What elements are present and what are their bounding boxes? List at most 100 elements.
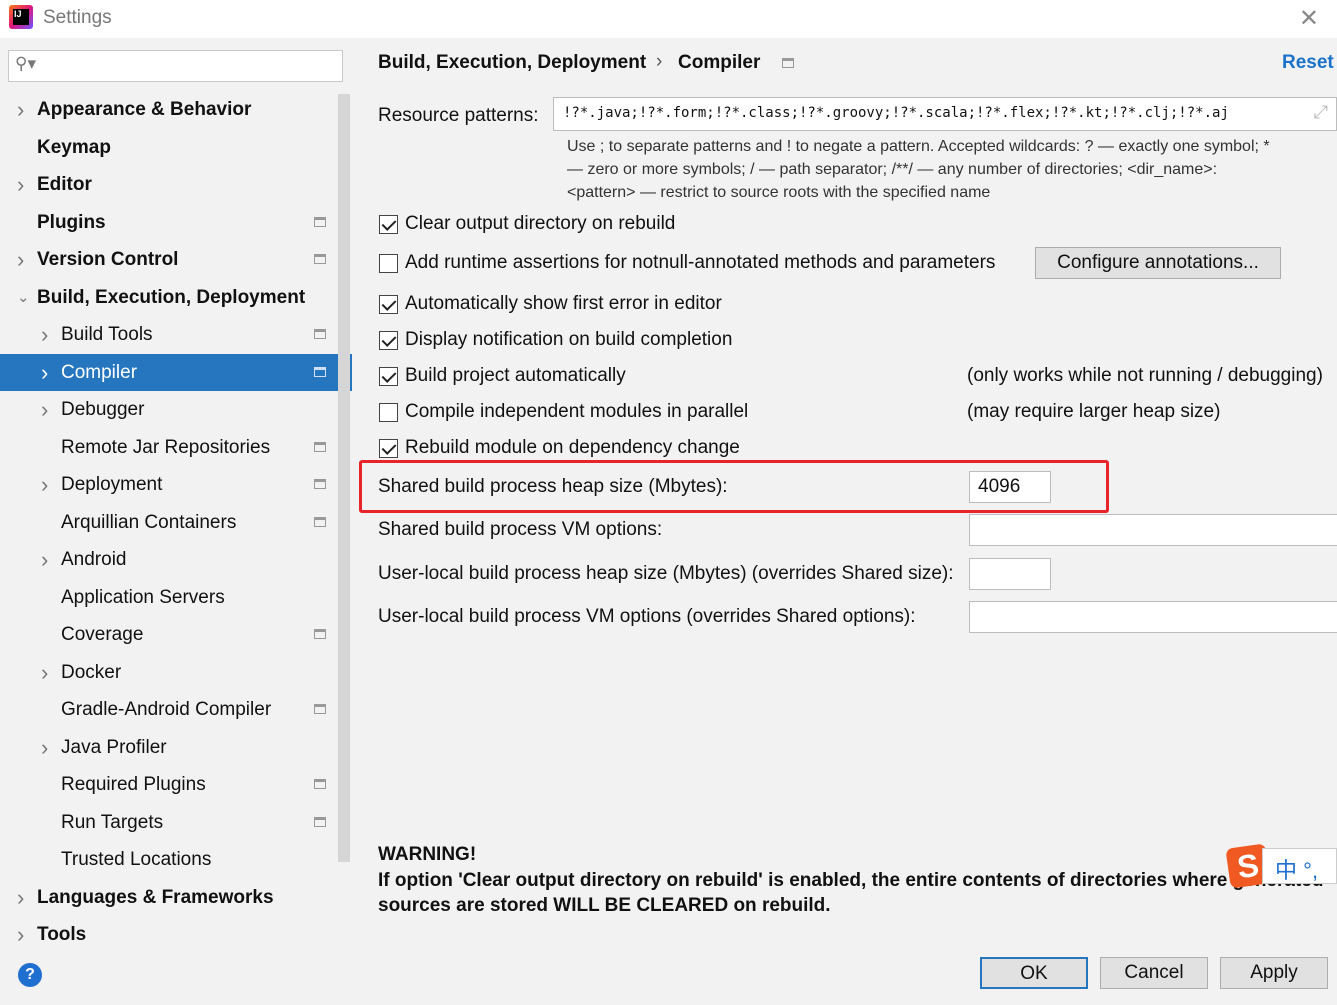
sidebar-item-label: Plugins	[37, 211, 106, 233]
checkbox[interactable]	[379, 403, 398, 422]
sidebar-item-run-targets[interactable]: Run Targets	[0, 804, 352, 841]
sidebar-item-gradle-android-compiler[interactable]: Gradle-Android Compiler	[0, 691, 352, 728]
sidebar: ⚲▾ › Appearance & Behavior Keymap › Editor Pl…	[0, 38, 352, 947]
sidebar-item-arquillian-containers[interactable]: Arquillian Containers	[0, 504, 352, 541]
project-scope-icon	[314, 779, 326, 789]
option-note: (may require larger heap size)	[967, 401, 1221, 422]
sidebar-item-label: Remote Jar Repositories	[61, 436, 271, 458]
field-input[interactable]	[969, 558, 1051, 590]
checkbox[interactable]	[379, 295, 398, 314]
chevron-right-icon[interactable]: ›	[41, 354, 48, 391]
sidebar-item-label: Debugger	[61, 399, 145, 420]
sidebar-item-required-plugins[interactable]: Required Plugins	[0, 766, 352, 803]
dialog-footer: ? OK Cancel Apply	[0, 941, 1337, 1005]
resource-patterns-label: Resource patterns:	[378, 105, 539, 126]
sidebar-item-languages-frameworks[interactable]: › Languages & Frameworks	[0, 879, 352, 916]
checkbox[interactable]	[379, 254, 398, 273]
sidebar-item-java-profiler[interactable]: › Java Profiler	[0, 729, 352, 766]
option-label[interactable]: Rebuild module on dependency change	[405, 437, 740, 459]
help-icon[interactable]: ?	[18, 963, 42, 987]
chevron-right-icon[interactable]: ›	[41, 729, 48, 766]
checkbox[interactable]	[379, 215, 398, 234]
sidebar-item-build-execution-deployment[interactable]: ⌄ Build, Execution, Deployment	[0, 279, 352, 316]
resource-hint-3: <pattern> — restrict to source roots wit…	[567, 184, 991, 201]
sidebar-item-plugins[interactable]: Plugins	[0, 204, 352, 241]
close-icon[interactable]: ✕	[1299, 4, 1319, 33]
project-scope-icon	[314, 366, 326, 377]
cancel-button[interactable]: Cancel	[1100, 957, 1208, 989]
reset-link[interactable]: Reset	[1282, 52, 1334, 74]
sidebar-item-label: Run Targets	[61, 811, 164, 833]
chevron-right-icon[interactable]: ›	[41, 391, 48, 428]
chevron-right-icon[interactable]: ›	[41, 466, 48, 503]
chevron-right-icon[interactable]: ›	[17, 166, 24, 203]
sidebar-item-appearance-behavior[interactable]: › Appearance & Behavior	[0, 91, 352, 128]
option-label[interactable]: Clear output directory on rebuild	[405, 213, 675, 235]
chevron-right-icon[interactable]: ›	[41, 654, 48, 691]
sidebar-item-remote-jar-repositories[interactable]: Remote Jar Repositories	[0, 429, 352, 466]
sidebar-item-build-tools[interactable]: › Build Tools	[0, 316, 352, 353]
chevron-right-icon[interactable]: ›	[41, 316, 48, 353]
option-label[interactable]: Automatically show first error in editor	[405, 293, 722, 315]
sidebar-item-coverage[interactable]: Coverage	[0, 616, 352, 653]
search-icon: ⚲▾	[15, 54, 36, 73]
ime-mode[interactable]: 中	[1275, 858, 1297, 883]
resource-hint-2: — zero or more symbols; / — path separat…	[567, 161, 1218, 178]
ime-toolbar[interactable]: 中 °,	[1262, 848, 1337, 884]
title-bar: IJ Settings ✕	[0, 0, 1337, 38]
sidebar-item-label: Appearance & Behavior	[37, 99, 252, 120]
sidebar-item-keymap[interactable]: Keymap	[0, 129, 352, 166]
sidebar-item-label: Build Tools	[61, 324, 153, 345]
sidebar-item-docker[interactable]: › Docker	[0, 654, 352, 691]
project-scope-icon	[314, 216, 326, 227]
sidebar-scrollbar[interactable]	[338, 94, 350, 862]
ime-punct[interactable]: °,	[1303, 858, 1318, 883]
project-scope-icon	[314, 816, 326, 827]
ok-button[interactable]: OK	[980, 957, 1088, 989]
sidebar-item-label: Required Plugins	[61, 774, 206, 795]
breadcrumb-separator: ›	[656, 51, 663, 72]
chevron-right-icon[interactable]: ›	[17, 91, 24, 128]
breadcrumb-parent[interactable]: Build, Execution, Deployment	[378, 52, 646, 74]
sidebar-item-editor[interactable]: › Editor	[0, 166, 352, 203]
project-scope-icon	[314, 329, 326, 339]
apply-button[interactable]: Apply	[1220, 957, 1328, 989]
warning-line-1: If option 'Clear output directory on reb…	[378, 870, 1324, 891]
checkbox[interactable]	[379, 439, 398, 458]
search-input[interactable]: ⚲▾	[8, 50, 343, 82]
project-scope-icon	[314, 704, 326, 714]
sidebar-item-label: Languages & Frameworks	[37, 886, 274, 908]
chevron-right-icon[interactable]: ›	[41, 541, 48, 578]
option-label[interactable]: Add runtime assertions for notnull-annot…	[405, 252, 995, 274]
resource-patterns-input[interactable]: !?*.java;!?*.form;!?*.class;!?*.groovy;!…	[553, 97, 1337, 131]
sidebar-item-debugger[interactable]: › Debugger	[0, 391, 352, 428]
chevron-right-icon[interactable]: ›	[17, 241, 24, 278]
option-label[interactable]: Build project automatically	[405, 365, 626, 387]
sidebar-item-version-control[interactable]: › Version Control	[0, 241, 352, 278]
checkbox[interactable]	[379, 331, 398, 350]
expand-icon[interactable]: ⤢	[1314, 102, 1328, 123]
sidebar-item-label: Deployment	[61, 474, 163, 495]
sidebar-item-label: Arquillian Containers	[61, 511, 237, 533]
option-label[interactable]: Display notification on build completion	[405, 329, 732, 351]
field-input[interactable]	[969, 601, 1337, 633]
sidebar-item-android[interactable]: › Android	[0, 541, 352, 578]
field-input[interactable]	[969, 514, 1337, 546]
project-scope-icon	[314, 516, 326, 527]
sidebar-item-compiler[interactable]: › Compiler	[0, 353, 352, 391]
field-label: Shared build process VM options:	[378, 519, 663, 540]
chevron-right-icon[interactable]: ›	[17, 879, 24, 916]
sidebar-item-deployment[interactable]: › Deployment	[0, 466, 352, 503]
configure-annotations-button[interactable]: Configure annotations...	[1035, 247, 1281, 279]
sidebar-item-label: Compiler	[61, 361, 138, 383]
sidebar-item-application-servers[interactable]: Application Servers	[0, 579, 352, 616]
sidebar-item-label: Android	[61, 549, 127, 570]
sidebar-item-trusted-locations[interactable]: Trusted Locations	[0, 841, 352, 878]
project-scope-icon	[314, 629, 326, 639]
project-scope-icon	[314, 441, 326, 452]
breadcrumb-current: Compiler	[678, 52, 761, 73]
field-input[interactable]: 4096	[969, 471, 1051, 503]
chevron-down-icon[interactable]: ⌄	[17, 279, 30, 316]
option-label[interactable]: Compile independent modules in parallel	[405, 401, 748, 423]
checkbox[interactable]	[379, 367, 398, 386]
